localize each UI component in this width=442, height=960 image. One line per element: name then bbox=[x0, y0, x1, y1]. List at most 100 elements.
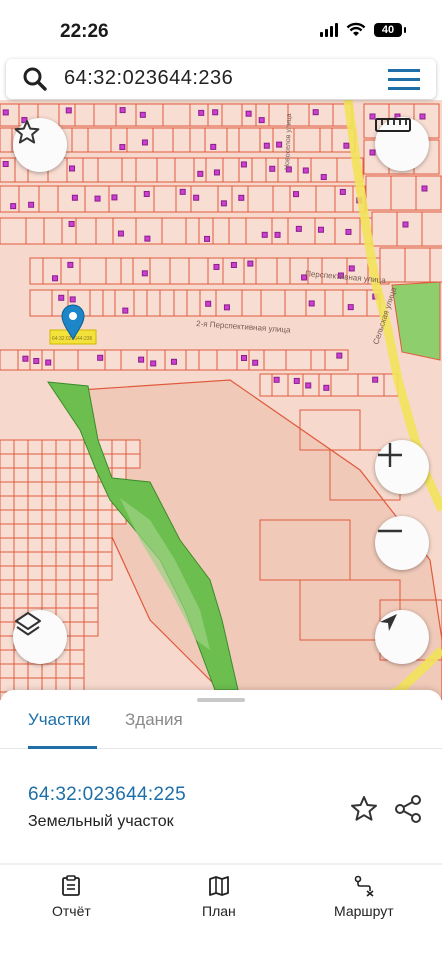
favorite-star-icon[interactable] bbox=[349, 794, 379, 824]
parcel-lot bbox=[342, 289, 368, 317]
building-footprint bbox=[58, 294, 65, 301]
parcel-lot bbox=[247, 185, 274, 213]
parcel-lot bbox=[0, 439, 15, 455]
parcel-lot bbox=[93, 103, 117, 127]
building-footprint bbox=[67, 261, 74, 268]
parcel-lot bbox=[83, 537, 99, 553]
parcel-lot bbox=[41, 579, 57, 595]
search-icon[interactable] bbox=[22, 66, 48, 92]
parcel-lot bbox=[13, 523, 29, 539]
parcel-lot bbox=[69, 621, 85, 637]
building-footprint bbox=[230, 261, 237, 268]
nav-report[interactable]: Отчёт bbox=[52, 875, 91, 919]
building-footprint bbox=[71, 194, 78, 201]
parcel-lot bbox=[74, 103, 95, 127]
my-location-button[interactable] bbox=[375, 610, 429, 664]
parcel-lot bbox=[97, 537, 113, 553]
parcel-type-label: Земельный участок bbox=[28, 813, 174, 830]
parcel-lot bbox=[404, 247, 431, 283]
tab-parcels[interactable]: Участки bbox=[28, 710, 90, 730]
layers-button[interactable] bbox=[13, 610, 67, 664]
parcel-lot bbox=[238, 127, 261, 153]
parcel-lot bbox=[0, 217, 27, 245]
parcel-lot bbox=[57, 185, 86, 213]
parcel-lot bbox=[421, 211, 442, 247]
parcel-lot bbox=[13, 551, 29, 567]
bottom-sheet[interactable]: Участки Здания 64:32:023644:225 Земельны… bbox=[0, 690, 442, 960]
building-footprint bbox=[252, 359, 259, 366]
parcel-lot bbox=[104, 349, 122, 371]
parcel-lot bbox=[27, 481, 43, 497]
parcel-lot bbox=[55, 551, 71, 567]
parcel-lot bbox=[13, 481, 29, 497]
sheet-drag-handle[interactable] bbox=[197, 698, 245, 702]
parcel-lot bbox=[71, 127, 89, 153]
parcel-lot bbox=[69, 551, 85, 567]
parcel-lot bbox=[216, 349, 238, 371]
building-footprint bbox=[143, 190, 150, 197]
share-icon[interactable] bbox=[394, 794, 422, 824]
parcel-lot bbox=[58, 103, 76, 127]
parcel-lot bbox=[13, 467, 29, 483]
building-footprint bbox=[28, 201, 35, 208]
parcel-lot bbox=[186, 289, 201, 317]
parcel-lot bbox=[115, 103, 137, 127]
status-time: 22:26 bbox=[60, 21, 109, 42]
search-input[interactable]: 64:32:023644:236 bbox=[64, 67, 233, 90]
parcel-lot bbox=[251, 157, 267, 183]
parcel-lot bbox=[55, 579, 71, 595]
parcel-lot bbox=[188, 257, 209, 285]
building-footprint bbox=[22, 355, 29, 362]
parcel-lot bbox=[41, 551, 57, 567]
building-footprint bbox=[293, 377, 300, 384]
parcel-lot bbox=[82, 157, 99, 183]
building-footprint bbox=[273, 376, 280, 383]
parcel-lot bbox=[41, 453, 57, 469]
parcel-lot bbox=[0, 127, 13, 153]
ruler-measure-button[interactable] bbox=[375, 117, 429, 171]
building-footprint bbox=[33, 357, 40, 364]
parcel-lot bbox=[0, 523, 15, 539]
building-footprint bbox=[197, 170, 204, 177]
parcel-lot bbox=[212, 217, 230, 245]
building-footprint bbox=[302, 167, 309, 174]
plus-icon bbox=[378, 443, 402, 467]
parcel-lot bbox=[13, 439, 29, 455]
parcel-lot bbox=[133, 289, 148, 317]
parcel-lot bbox=[0, 349, 19, 371]
cadastral-map[interactable]: Перспективная улица 2-я Перспективная ул… bbox=[0, 100, 442, 700]
hamburger-menu-icon[interactable] bbox=[388, 69, 420, 91]
building-footprint bbox=[274, 231, 281, 238]
parcel-lot bbox=[83, 565, 99, 581]
nav-route[interactable]: Маршрут bbox=[334, 875, 394, 919]
building-footprint bbox=[263, 142, 270, 149]
building-footprint bbox=[372, 376, 379, 383]
parcel-lot bbox=[13, 453, 29, 469]
building-footprint bbox=[119, 107, 126, 114]
parcel-lot bbox=[315, 185, 336, 213]
parcel-lot bbox=[69, 509, 85, 525]
parcel-lot bbox=[125, 453, 141, 469]
parcel-lot bbox=[97, 523, 113, 539]
parcel-lot bbox=[156, 157, 176, 183]
parcel-lot bbox=[83, 523, 99, 539]
parcel-cadastral-number[interactable]: 64:32:023644:225 bbox=[28, 784, 186, 806]
parcel-lot bbox=[13, 663, 29, 679]
parcel-lot bbox=[263, 349, 287, 371]
parcel-lot bbox=[287, 373, 304, 397]
building-footprint bbox=[213, 263, 220, 270]
route-icon bbox=[354, 875, 374, 897]
favorite-map-button[interactable] bbox=[13, 118, 67, 172]
parcel-lot bbox=[308, 103, 334, 127]
parcel-lot bbox=[185, 349, 200, 371]
zoom-in-button[interactable] bbox=[375, 440, 429, 494]
star-outline-icon bbox=[14, 120, 40, 144]
nav-plan[interactable]: План bbox=[202, 875, 236, 919]
search-bar[interactable]: 64:32:023644:236 bbox=[6, 59, 436, 99]
tab-buildings[interactable]: Здания bbox=[125, 710, 183, 730]
building-footprint bbox=[345, 228, 352, 235]
parcel-lot bbox=[365, 175, 392, 211]
parcel-lot bbox=[27, 495, 43, 511]
parcel-lot bbox=[55, 509, 71, 525]
zoom-out-button[interactable] bbox=[375, 516, 429, 570]
